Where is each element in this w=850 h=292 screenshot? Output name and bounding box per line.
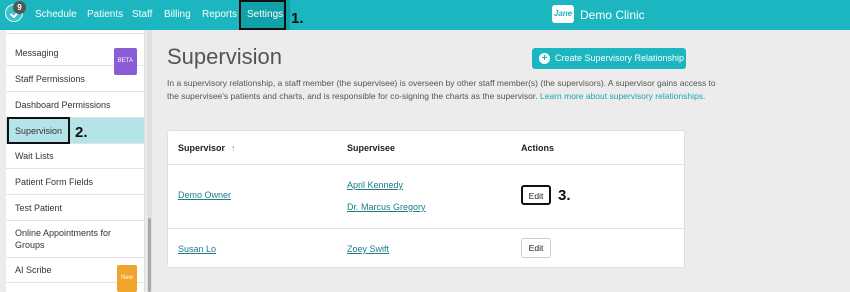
page-description: In a supervisory relationship, a staff m… xyxy=(167,77,727,103)
step-2-highlight-box xyxy=(7,117,70,144)
create-supervisory-relationship-button[interactable]: + Create Supervisory Relationship xyxy=(532,48,686,69)
sidebar-item-label: Staff Permissions xyxy=(15,74,85,84)
clinic-name: Demo Clinic xyxy=(580,8,645,22)
supervisee-column-header: Supervisee xyxy=(347,143,396,153)
supervisee-link[interactable]: Dr. Marcus Gregory xyxy=(347,202,426,212)
sidebar-item-label: AI Scribe xyxy=(15,265,52,275)
edit-button[interactable]: Edit xyxy=(521,185,551,205)
sidebar-item-partial xyxy=(6,30,144,34)
sidebar-item-label: Dashboard Permissions xyxy=(15,100,111,110)
settings-sidebar: Messaging BETA Staff Permissions Dashboa… xyxy=(6,30,145,292)
sidebar-item-label: Wait Lists xyxy=(15,151,54,161)
sidebar-scrollbar-thumb[interactable] xyxy=(148,218,151,292)
nav-patients[interactable]: Patients xyxy=(87,0,123,30)
supervisor-column-header[interactable]: Supervisor ↑ xyxy=(178,143,236,153)
step-1-label: 1. xyxy=(291,10,304,27)
create-button-label: Create Supervisory Relationship xyxy=(555,53,685,63)
nav-schedule[interactable]: Schedule xyxy=(35,0,77,30)
sidebar-item-ai-scribe[interactable]: AI Scribe New xyxy=(6,258,144,292)
sort-ascending-icon: ↑ xyxy=(231,143,236,153)
supervisor-link[interactable]: Susan Lo xyxy=(178,244,216,254)
learn-more-link[interactable]: Learn more about supervisory relationshi… xyxy=(540,91,705,101)
plus-circle-icon: + xyxy=(539,53,550,64)
supervisee-link[interactable]: April Kennedy xyxy=(347,180,403,190)
table-divider xyxy=(168,164,684,165)
actions-column-header: Actions xyxy=(521,143,555,153)
sidebar-item-label: Patient Form Fields xyxy=(15,177,94,187)
nav-staff[interactable]: Staff xyxy=(132,0,152,30)
step-2-label: 2. xyxy=(75,124,88,141)
sidebar-item-wait-lists[interactable]: Wait Lists xyxy=(6,144,144,169)
new-badge: New xyxy=(116,265,137,292)
sidebar-item-label: Test Patient xyxy=(15,203,63,213)
supervisee-link[interactable]: Zoey Swift xyxy=(347,244,389,254)
table-divider xyxy=(168,228,684,229)
step-3-label: 3. xyxy=(558,187,571,204)
nav-billing[interactable]: Billing xyxy=(164,0,191,30)
sidebar-item-messaging[interactable]: Messaging BETA xyxy=(6,41,144,75)
sidebar-item-label: Online Appointments for Groups xyxy=(15,228,112,250)
sidebar-item-patient-form-fields[interactable]: Patient Form Fields xyxy=(6,169,144,195)
notification-count-badge: 9 xyxy=(13,1,26,14)
nav-reports[interactable]: Reports xyxy=(202,0,237,30)
page-title: Supervision xyxy=(167,44,282,69)
clinic-logo-icon: Jane xyxy=(552,5,574,23)
step-1-highlight-box xyxy=(239,0,286,30)
top-nav-bar: 9 Schedule Patients Staff Billing Report… xyxy=(0,0,850,30)
sidebar-item-test-patient[interactable]: Test Patient xyxy=(6,195,144,221)
edit-button[interactable]: Edit xyxy=(521,238,551,258)
supervision-table: Supervisor ↑ Supervisee Actions Demo Owne… xyxy=(167,130,685,268)
sidebar-item-staff-permissions[interactable]: Staff Permissions xyxy=(6,66,144,92)
supervisor-link[interactable]: Demo Owner xyxy=(178,190,231,200)
sidebar-item-online-appointments-groups[interactable]: Online Appointments for Groups xyxy=(6,221,144,258)
sidebar-item-dashboard-permissions[interactable]: Dashboard Permissions xyxy=(6,92,144,118)
sidebar-item-label: Messaging xyxy=(15,48,59,58)
